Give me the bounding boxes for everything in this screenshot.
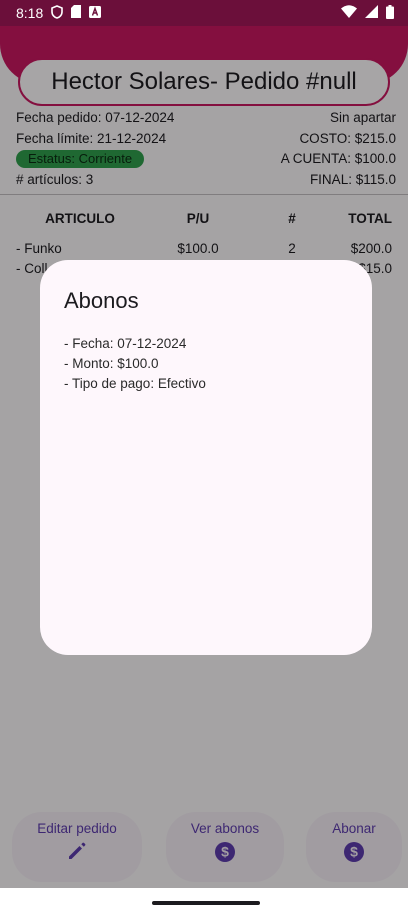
battery-icon [386, 4, 394, 22]
status-bar: 8:18 [0, 0, 408, 26]
abono-fecha: - Fecha: 07-12-2024 [64, 336, 187, 351]
sd-card-icon [71, 5, 82, 21]
status-time: 8:18 [16, 5, 44, 21]
wifi-icon [341, 5, 357, 21]
abono-monto: - Monto: $100.0 [64, 356, 159, 371]
signal-icon [365, 5, 378, 21]
a-box-icon [89, 5, 102, 21]
home-gesture-handle[interactable] [152, 901, 260, 905]
abonos-dialog: Abonos - Fecha: 07-12-2024 - Monto: $100… [40, 260, 372, 655]
shield-icon [51, 4, 64, 22]
abono-tipo-pago: - Tipo de pago: Efectivo [64, 376, 206, 391]
dialog-title: Abonos [64, 288, 139, 313]
